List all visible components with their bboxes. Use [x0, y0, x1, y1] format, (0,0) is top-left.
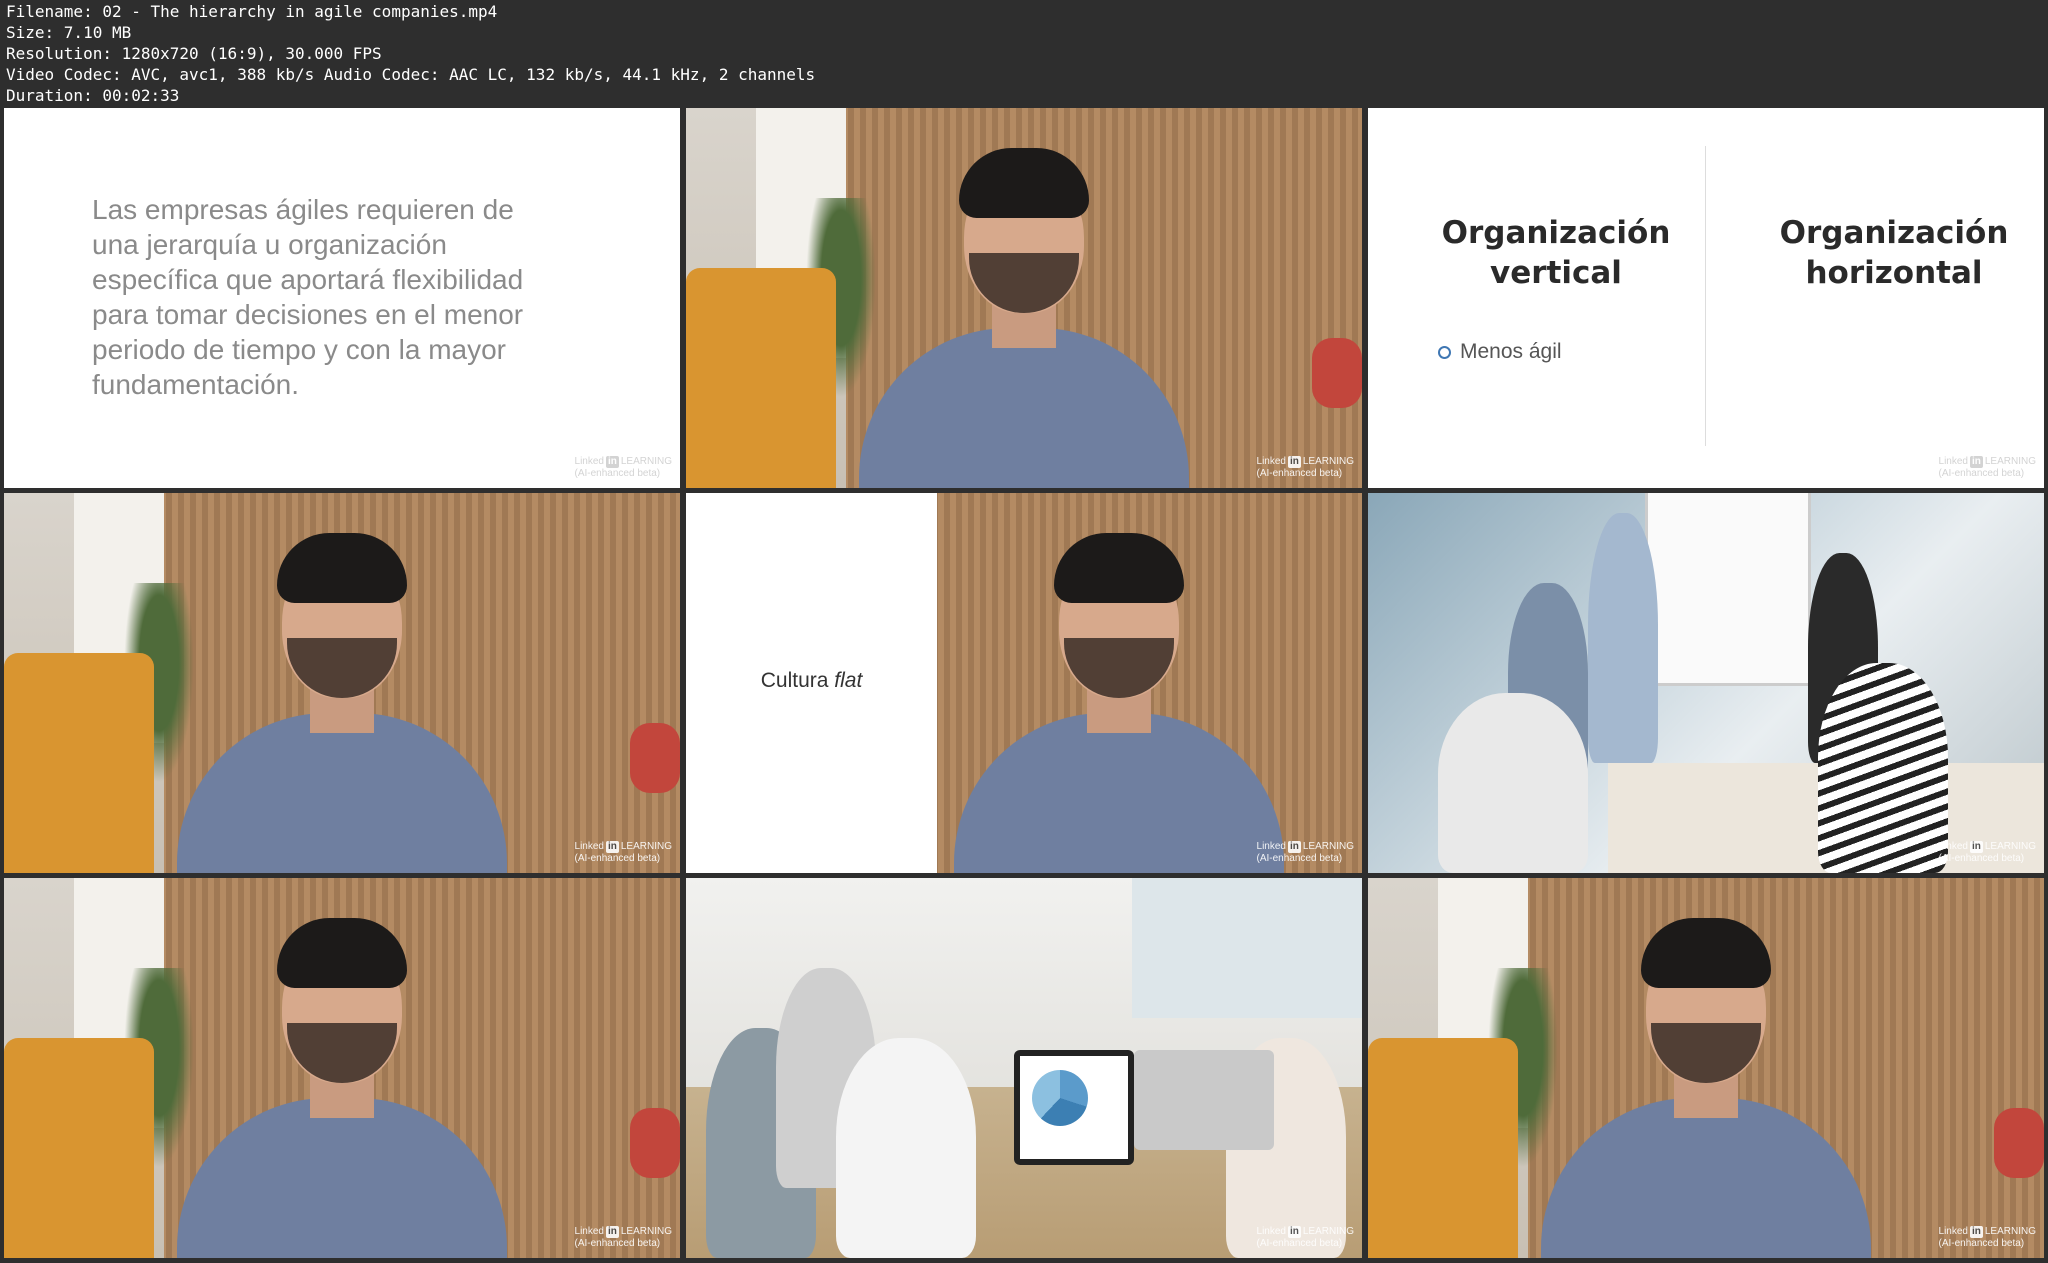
thumbnail-presenter[interactable]: Linked in LEARNING (AI-enhanced beta)	[4, 493, 680, 873]
thumbnail-presenter[interactable]: Linked in LEARNING (AI-enhanced beta)	[4, 878, 680, 1258]
thumbnail-slide-cultura-flat[interactable]: Cultura flat Linked in LEARNING (AI-enhanc…	[686, 493, 1362, 873]
linkedin-learning-logo: Linked in LEARNING (AI-enhanced beta)	[574, 456, 672, 479]
red-object	[1312, 338, 1362, 408]
presenter-shirt	[954, 713, 1284, 873]
filename-line: Filename: 02 - The hierarchy in agile co…	[6, 2, 498, 21]
presenter-shirt	[1541, 1098, 1871, 1258]
thumbnail-office-desk-photo[interactable]: Linked in LEARNING (AI-enhanced beta)	[686, 878, 1362, 1258]
orange-chair	[4, 653, 154, 873]
presenter-hair	[277, 533, 407, 603]
presenter-beard	[287, 638, 397, 698]
presenter-beard	[1064, 638, 1174, 698]
presenter-hair	[959, 148, 1089, 218]
orange-chair	[686, 268, 836, 488]
red-object	[630, 1108, 680, 1178]
presenter-hair	[1641, 918, 1771, 988]
linkedin-learning-logo: Linked in LEARNING (AI-enhanced beta)	[574, 1226, 672, 1249]
monitor-screen	[1020, 1056, 1128, 1159]
presenter-shirt	[177, 713, 507, 873]
linkedin-learning-logo: Linked in LEARNING (AI-enhanced beta)	[1938, 1226, 2036, 1249]
column-title-vertical: Organización vertical	[1441, 215, 1671, 291]
window	[1132, 878, 1362, 1018]
linkedin-learning-logo: Linked in LEARNING (AI-enhanced beta)	[1256, 841, 1354, 864]
person	[836, 1038, 976, 1258]
thumbnail-slide-text[interactable]: Las empresas ágiles requieren de una jer…	[4, 108, 680, 488]
orange-chair	[4, 1038, 154, 1258]
presenter-beard	[287, 1023, 397, 1083]
thumbnail-presenter[interactable]: Linked in LEARNING (AI-enhanced beta)	[686, 108, 1362, 488]
presenter-hair	[277, 918, 407, 988]
pie-chart-graphic	[1032, 1070, 1088, 1126]
size-line: Size: 7.10 MB	[6, 23, 132, 42]
resolution-line: Resolution: 1280x720 (16:9), 30.000 FPS	[6, 44, 382, 63]
duration-line: Duration: 00:02:33	[6, 86, 180, 105]
presenter-beard	[969, 253, 1079, 313]
person	[1438, 693, 1588, 873]
linkedin-learning-logo: Linked in LEARNING (AI-enhanced beta)	[1256, 456, 1354, 479]
thumbnail-slide-organization[interactable]: Organización vertical Organización horiz…	[1368, 108, 2044, 488]
slide-title: Cultura flat	[760, 669, 863, 692]
column-title-horizontal: Organización horizontal	[1779, 215, 2009, 291]
presenter-shirt	[859, 328, 1189, 488]
linkedin-learning-logo: Linked in LEARNING (AI-enhanced beta)	[574, 841, 672, 864]
red-object	[630, 723, 680, 793]
codec-line: Video Codec: AVC, avc1, 388 kb/s Audio C…	[6, 65, 816, 84]
slide-body-text: Las empresas ágiles requieren de una jer…	[92, 194, 524, 400]
presenter-beard	[1651, 1023, 1761, 1083]
thumbnail-presenter[interactable]: Linked in LEARNING (AI-enhanced beta)	[1368, 878, 2044, 1258]
person	[1588, 513, 1658, 763]
red-object	[1994, 1108, 2044, 1178]
computer-monitor	[1014, 1050, 1134, 1165]
bullet-circle-icon	[1438, 345, 1451, 359]
column-divider	[1705, 146, 1706, 446]
computer-monitor	[1134, 1050, 1274, 1150]
linkedin-learning-logo: Linked in LEARNING (AI-enhanced beta)	[1938, 456, 2036, 479]
video-info-header: Filename: 02 - The hierarchy in agile co…	[0, 0, 2048, 106]
presenter-hair	[1054, 533, 1184, 603]
orange-chair	[1368, 1038, 1518, 1258]
person	[1818, 663, 1948, 873]
presenter-shirt	[177, 1098, 507, 1258]
bullet-item: Menos ágil	[1438, 340, 1562, 364]
linkedin-learning-logo: Linked in LEARNING (AI-enhanced beta)	[1256, 1226, 1354, 1249]
thumbnail-team-meeting-photo[interactable]: Linked in LEARNING (AI-enhanced beta)	[1368, 493, 2044, 873]
linkedin-learning-logo: Linked in LEARNING (AI-enhanced beta)	[1938, 841, 2036, 864]
whiteboard	[1648, 493, 1808, 683]
